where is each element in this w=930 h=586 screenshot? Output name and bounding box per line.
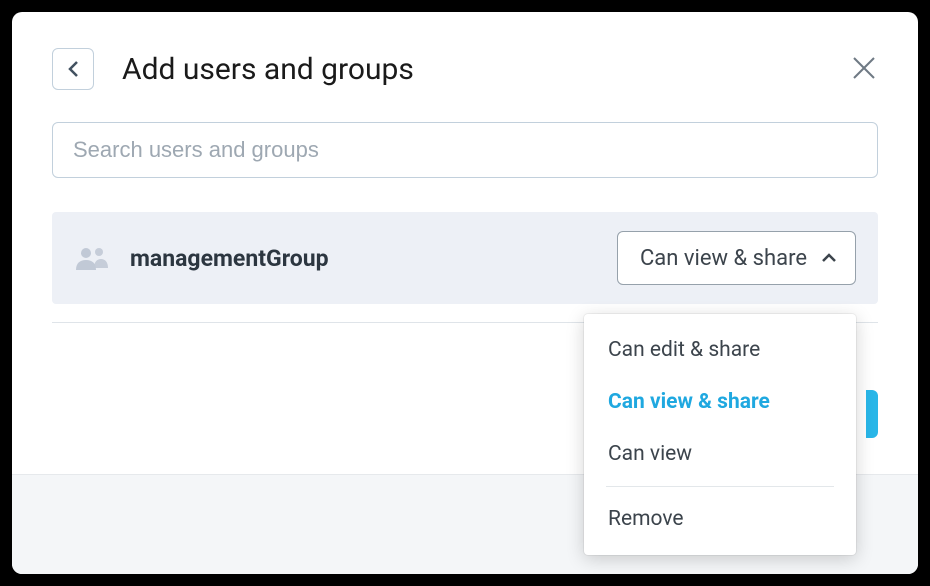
chevron-left-icon [68, 60, 79, 78]
chevron-up-icon [821, 253, 837, 263]
permission-option-view-share[interactable]: Can view & share [584, 376, 856, 428]
permission-dropdown-label: Can view & share [640, 246, 807, 271]
permission-option-edit-share[interactable]: Can edit & share [584, 324, 856, 376]
search-input[interactable] [52, 122, 878, 178]
results-list: managementGroup Can view & share [12, 194, 918, 323]
group-row: managementGroup Can view & share [52, 212, 878, 304]
permission-option-remove[interactable]: Remove [584, 493, 856, 545]
add-users-dialog: Add users and groups managementGroup [12, 12, 918, 574]
group-name: managementGroup [130, 245, 617, 272]
menu-separator [606, 486, 834, 487]
primary-action-button-edge[interactable] [866, 390, 878, 438]
back-button[interactable] [52, 48, 94, 90]
permission-menu: Can edit & share Can view & share Can vi… [584, 314, 856, 555]
search-wrapper [12, 114, 918, 194]
permission-option-view[interactable]: Can view [584, 428, 856, 480]
close-button[interactable] [850, 54, 878, 82]
permission-dropdown[interactable]: Can view & share [617, 231, 856, 285]
close-icon [851, 55, 877, 81]
group-icon [74, 243, 108, 273]
dialog-title: Add users and groups [122, 52, 414, 87]
dialog-header: Add users and groups [12, 12, 918, 114]
